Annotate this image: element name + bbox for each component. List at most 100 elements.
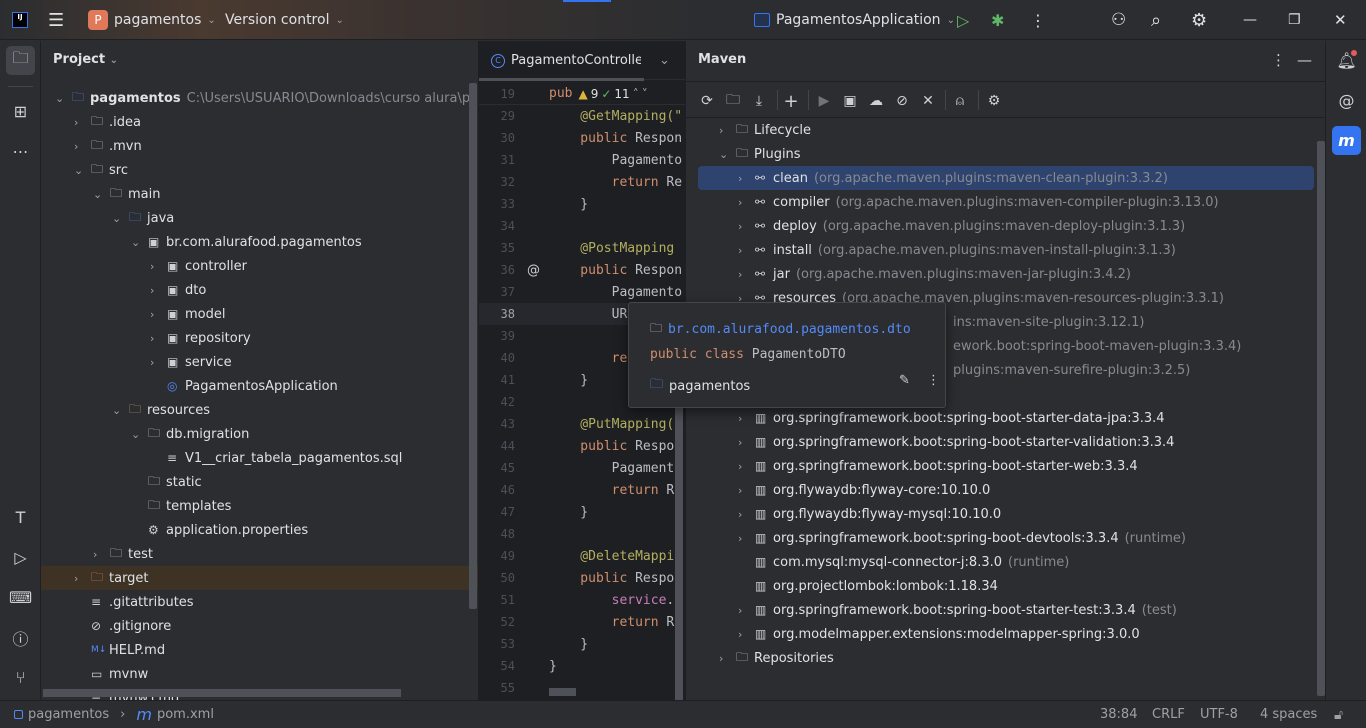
chevron-right-icon[interactable]: › <box>738 268 755 281</box>
tree-item[interactable]: 🗀 templates <box>131 494 231 518</box>
main-menu-button[interactable]: ☰ <box>48 0 64 40</box>
edit-button[interactable]: ✎ <box>899 373 910 388</box>
ai-assistant-button[interactable]: @ <box>1332 86 1361 115</box>
execute-goal-button[interactable]: ▣ <box>839 90 861 112</box>
download-button[interactable]: ⤓ <box>748 90 770 112</box>
chevron-right-icon[interactable]: › <box>74 140 91 153</box>
chevron-right-icon[interactable]: › <box>150 284 167 297</box>
maven-tree-item[interactable]: › 🗀 Repositories <box>719 646 834 670</box>
package-link[interactable]: br.com.alurafood.pagamentos.dto <box>668 322 911 337</box>
chevron-down-icon[interactable]: ⌄ <box>55 92 72 105</box>
code-line[interactable]: 34 <box>479 215 685 237</box>
terminal-tool-button[interactable]: ⌨ <box>6 583 35 612</box>
maven-options-button[interactable]: ⋮ <box>1271 51 1286 69</box>
chevron-right-icon[interactable]: › <box>738 244 755 257</box>
code-line[interactable]: 46 return Re <box>479 479 685 501</box>
code-line[interactable]: 35 @PostMapping <box>479 237 685 259</box>
tree-item[interactable]: ≡ V1__criar_tabela_pagamentos.sql <box>150 446 402 470</box>
maven-plugin-item[interactable]: plugins:maven-surefire-plugin:3.2.5) <box>953 358 1190 382</box>
chevron-right-icon[interactable]: › <box>738 460 755 473</box>
maven-tree-item[interactable]: › ⚯ deploy (org.apache.maven.plugins:maven-… <box>738 214 1185 238</box>
chevron-right-icon[interactable]: › <box>150 308 167 321</box>
code-line[interactable]: 48 <box>479 523 685 545</box>
code-line[interactable]: 54} <box>479 655 685 677</box>
chevron-right-icon[interactable]: › <box>738 412 755 425</box>
code-line[interactable]: 53 } <box>479 633 685 655</box>
tree-item[interactable]: › 🗀 .mvn <box>74 134 142 158</box>
maven-tree-item[interactable]: ▥ com.mysql:mysql-connector-j:8.3.0 (runti… <box>738 550 1069 574</box>
chevron-down-icon[interactable]: ⌄ <box>719 148 736 161</box>
code-line[interactable]: 50 public Respon <box>479 567 685 589</box>
version-control-menu[interactable]: Version control ⌄ <box>225 0 344 40</box>
tree-item[interactable]: › ▣ model <box>150 302 225 326</box>
code-line[interactable]: 32 return Re <box>479 171 685 193</box>
generate-sources-button[interactable]: 🗀 <box>722 90 744 112</box>
code-line[interactable]: 45 Pagamento <box>479 457 685 479</box>
popup-package[interactable]: 🗀 br.com.alurafood.pagamentos.dto <box>650 319 911 340</box>
maven-tree-item[interactable]: › ⚯ clean (org.apache.maven.plugins:maven-c… <box>738 166 1168 190</box>
chevron-right-icon[interactable]: › <box>719 124 736 137</box>
chevron-right-icon[interactable]: › <box>738 484 755 497</box>
tree-item[interactable]: ⌄ 🗀 resources <box>112 398 210 422</box>
read-only-toggle[interactable]: 🔓︎ <box>1334 701 1343 728</box>
maven-tree-item[interactable]: › ▥ org.springframework.boot:spring-boot-s… <box>738 430 1174 454</box>
reload-button[interactable]: ⟳ <box>696 90 718 112</box>
project-selector[interactable]: P pagamentos ⌄ <box>88 0 216 40</box>
chevron-right-icon[interactable]: › <box>738 604 755 617</box>
notifications-button[interactable]: 🔔︎ <box>1332 46 1361 75</box>
tabs-dropdown-button[interactable]: ⌄ <box>659 53 670 68</box>
tree-item[interactable]: ⌄ 🗀 pagamentos C:\Users\USUARIO\Downloads\c… <box>55 86 478 110</box>
maven-tree-item[interactable]: ⌄ 🗀 Plugins <box>719 142 801 166</box>
tree-item[interactable]: › ▣ controller <box>150 254 247 278</box>
more-tools-button[interactable]: ⋯ <box>6 137 35 166</box>
tree-item[interactable]: › 🗀 .idea <box>74 110 141 134</box>
chevron-right-icon[interactable]: › <box>93 548 110 561</box>
services-tool-button[interactable]: ▷ <box>6 543 35 572</box>
maven-tree-item[interactable]: › ▥ org.flywaydb:flyway-core:10.10.0 <box>738 478 990 502</box>
code-line[interactable]: 43 @PutMapping(" <box>479 413 685 435</box>
maven-tree-item[interactable]: › ⚯ install (org.apache.maven.plugins:maven… <box>738 238 1176 262</box>
chevron-down-icon[interactable]: ⌄ <box>93 188 110 201</box>
tree-item[interactable]: ⌄ 🗀 src <box>74 158 128 182</box>
code-line[interactable]: 33 } <box>479 193 685 215</box>
offline-mode-button[interactable]: ☁ <box>865 90 887 112</box>
code-line[interactable]: 51 service.e <box>479 589 685 611</box>
maven-scrollbar[interactable] <box>1317 141 1325 696</box>
project-tool-button[interactable]: 🗀 <box>6 46 35 75</box>
chevron-down-icon[interactable]: ⌄ <box>74 164 91 177</box>
tree-item[interactable]: ▭ mvnw <box>74 662 148 686</box>
code-line[interactable]: 55 <box>479 677 685 699</box>
indent-setting[interactable]: 4 spaces <box>1260 701 1317 728</box>
line-separator[interactable]: CRLF <box>1152 701 1185 728</box>
maven-tree-item[interactable]: › 🗀 Lifecycle <box>719 118 811 142</box>
text-tool-button[interactable]: T <box>6 503 35 532</box>
chevron-right-icon[interactable]: › <box>738 532 755 545</box>
tree-item[interactable]: › ▣ dto <box>150 278 206 302</box>
caret-position[interactable]: 38:84 <box>1100 701 1137 728</box>
problems-tool-button[interactable]: ⓘ <box>6 623 35 652</box>
collapse-all-button[interactable]: ✕ <box>917 90 939 112</box>
code-line[interactable]: 52 return Re <box>479 611 685 633</box>
git-tool-button[interactable]: ⑂ <box>6 663 35 692</box>
chevron-right-icon[interactable]: › <box>150 332 167 345</box>
code-line[interactable]: 31 Pagamento <box>479 149 685 171</box>
maven-plugin-item[interactable]: ework.boot:spring-boot-maven-plugin:3.3.… <box>953 334 1241 358</box>
tree-item[interactable]: ⚙ application.properties <box>131 518 308 542</box>
structure-tool-button[interactable]: ⊞ <box>6 97 35 126</box>
run-config-selector[interactable]: PagamentosApplication ⌄ <box>754 0 955 40</box>
skip-tests-button[interactable]: ⊘ <box>891 90 913 112</box>
breadcrumb-file[interactable]: pom.xml <box>157 707 214 722</box>
tree-item[interactable]: ◎ PagamentosApplication <box>150 374 338 398</box>
settings-button[interactable]: ⚙ <box>1191 0 1207 40</box>
tree-item[interactable]: › ▣ repository <box>150 326 251 350</box>
debug-button[interactable]: ✱ <box>991 0 1004 40</box>
more-actions-button[interactable]: ⋮ <box>1030 0 1046 40</box>
app-logo[interactable]: IJ <box>12 0 28 40</box>
maven-tree-item[interactable]: ▥ org.projectlombok:lombok:1.18.34 <box>738 574 998 598</box>
tree-item[interactable]: ⌄ 🗀 java <box>112 206 174 230</box>
project-panel-header[interactable]: Project ⌄ <box>53 52 118 67</box>
run-maven-build-button[interactable]: ▶ <box>813 90 835 112</box>
editor-scrollbar-horizontal[interactable] <box>549 688 576 696</box>
code-line[interactable]: 36 @ public Respon <box>479 259 685 281</box>
chevron-right-icon[interactable]: › <box>738 508 755 521</box>
